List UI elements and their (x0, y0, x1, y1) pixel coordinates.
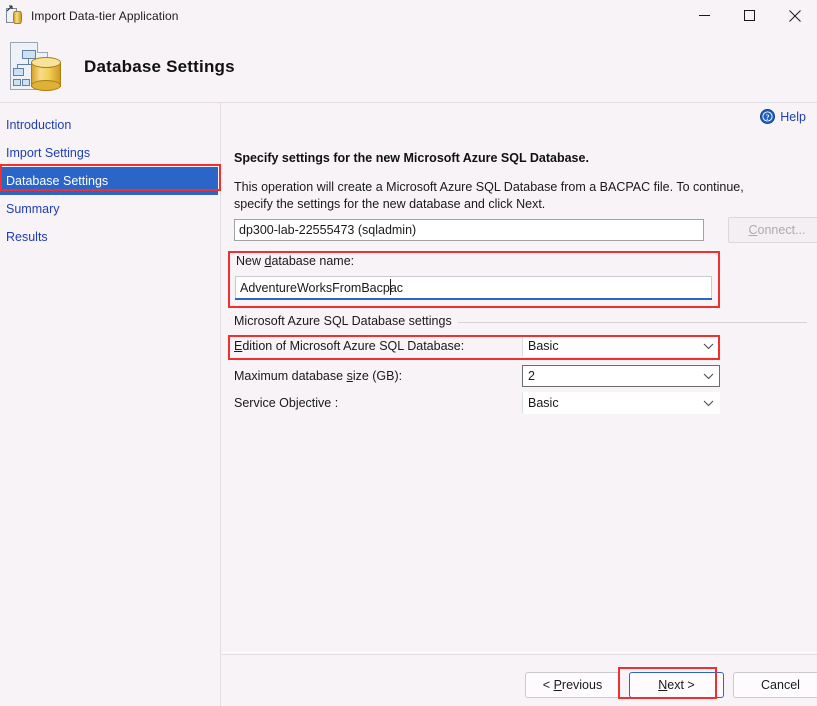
help-circle-icon: ? (760, 109, 776, 124)
content-panel: ? Help Specify settings for the new Micr… (221, 103, 817, 653)
window-controls (682, 0, 817, 31)
sidebar-item-label: Import Settings (6, 146, 91, 160)
service-objective-row: Service Objective : Basic (234, 392, 807, 416)
label-part-after: dition of Microsoft Azure SQL Database: (242, 339, 465, 353)
title-bar: Import Data-tier Application (0, 0, 817, 31)
database-document-icon (8, 41, 64, 93)
import-data-tier-application-window: Import Data-tier Application Database Se… (0, 0, 817, 706)
svg-text:?: ? (766, 113, 770, 122)
label-part-before: Maximum database (234, 369, 347, 383)
label-part-after: atabase name: (271, 254, 355, 268)
page-title: Database Settings (84, 57, 235, 76)
max-size-value: 2 (528, 369, 535, 383)
edition-row: Edition of Microsoft Azure SQL Database:… (234, 335, 807, 359)
max-size-row: Maximum database size (GB): 2 (234, 365, 807, 389)
new-database-name-field-wrap (235, 276, 712, 300)
minimize-icon (699, 15, 710, 16)
connect-label-rest: onnect... (757, 223, 806, 237)
help-label: Help (780, 109, 806, 124)
new-database-name-block: New database name: (230, 251, 722, 307)
service-objective-value: Basic (528, 396, 559, 410)
previous-button[interactable]: < Previous (525, 672, 620, 698)
footer-divider-light (221, 652, 817, 653)
label-accel: N (658, 678, 668, 692)
sidebar-item-label: Summary (6, 202, 60, 216)
next-button[interactable]: Next > (629, 672, 724, 698)
label-part-before: Cancel (761, 678, 800, 692)
chevron-down-icon (697, 373, 719, 380)
azure-settings-group-title: Microsoft Azure SQL Database settings (234, 314, 458, 328)
chevron-down-icon (697, 343, 719, 350)
max-size-label: Maximum database size (GB): (234, 369, 402, 383)
sidebar-item-label: Database Settings (6, 174, 109, 188)
maximize-icon (744, 10, 755, 21)
lead-description: This operation will create a Microsoft A… (234, 180, 744, 211)
label-part-before: Service Objective : (234, 396, 339, 410)
sidebar-item-label: Introduction (6, 118, 72, 132)
wizard-sidebar: Introduction Import Settings Database Se… (0, 103, 220, 706)
lead-title: Specify settings for the new Microsoft A… (234, 151, 589, 165)
focus-underline (235, 298, 712, 300)
server-connection-row: Connect... (234, 217, 817, 243)
sidebar-item-database-settings[interactable]: Database Settings (0, 167, 218, 195)
label-accel: P (553, 678, 562, 692)
service-objective-label: Service Objective : (234, 396, 338, 410)
max-size-dropdown[interactable]: 2 (522, 365, 720, 387)
label-part-after: ext > (667, 678, 695, 692)
new-database-name-input[interactable] (235, 276, 712, 298)
arrow-glyph (7, 5, 13, 11)
chevron-down-icon (697, 400, 719, 407)
sidebar-item-label: Results (6, 230, 48, 244)
edition-dropdown[interactable]: Basic (522, 335, 720, 357)
help-link[interactable]: ? Help (760, 109, 806, 124)
data-tier-application-icon (6, 5, 24, 25)
close-button[interactable] (772, 0, 817, 31)
sidebar-item-results[interactable]: Results (0, 223, 220, 251)
window-title: Import Data-tier Application (31, 8, 179, 23)
page-header: Database Settings (0, 31, 817, 103)
maximize-button[interactable] (727, 0, 772, 31)
text-caret (390, 279, 391, 295)
minimize-button[interactable] (682, 0, 727, 31)
label-part-after: ize (GB): (352, 369, 403, 383)
service-objective-dropdown[interactable]: Basic (522, 392, 720, 414)
label-part-after: revious (561, 678, 603, 692)
edition-value: Basic (528, 339, 559, 353)
server-connection-input[interactable] (234, 219, 704, 241)
label-part-before: New (236, 254, 265, 268)
sidebar-item-import-settings[interactable]: Import Settings (0, 139, 220, 167)
connect-button[interactable]: Connect... (728, 217, 817, 243)
close-icon (788, 9, 801, 22)
cancel-button[interactable]: Cancel (733, 672, 817, 698)
label-part-before: < (542, 678, 554, 692)
sidebar-item-summary[interactable]: Summary (0, 195, 220, 223)
connect-accel: C (748, 223, 758, 237)
wizard-footer: < Previous Next > Cancel (221, 655, 817, 706)
sidebar-item-introduction[interactable]: Introduction (0, 111, 220, 139)
edition-label: Edition of Microsoft Azure SQL Database: (234, 339, 464, 353)
new-database-name-label: New database name: (236, 254, 354, 268)
